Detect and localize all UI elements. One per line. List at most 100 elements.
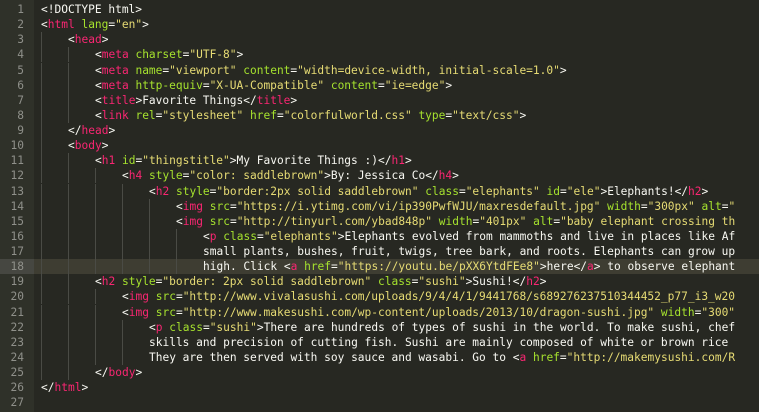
code-line[interactable]: 19 <h2 style="border: 2px solid saddlebro… bbox=[0, 274, 759, 290]
code-line[interactable]: 3 <head> bbox=[0, 32, 759, 48]
token-string: "sushi" bbox=[418, 275, 466, 289]
code-editor[interactable]: 1 <!DOCTYPE html> 2 <html lang="en"> 3 <head>… bbox=[0, 0, 759, 412]
line-number: 12 bbox=[10, 169, 24, 183]
indent-guide bbox=[68, 213, 69, 229]
indent-guide bbox=[41, 213, 42, 229]
code-line[interactable]: 11 <h1 id="thingstitle">My Favorite Thing… bbox=[0, 153, 759, 169]
token-attr: class bbox=[377, 275, 412, 289]
code-line[interactable]: 27 bbox=[0, 395, 759, 410]
token-punct: > bbox=[108, 124, 116, 138]
token-punct: < bbox=[95, 108, 102, 122]
indent-guide bbox=[122, 259, 123, 275]
token-sp bbox=[654, 306, 661, 319]
token-string: "border: 2px solid saddlebrown" bbox=[162, 275, 372, 289]
token-punct: < bbox=[95, 154, 102, 168]
token-string: "https://i.ytimg.com/vi/ip390PwfWJU/maxr… bbox=[236, 199, 601, 213]
token-punct: = bbox=[377, 78, 385, 92]
token-tag: p bbox=[209, 229, 217, 243]
code-line[interactable]: 22 <p class="sushi">There are hundreds of… bbox=[0, 319, 759, 335]
token-plain: to observe elephant bbox=[600, 260, 736, 274]
token-attr: width bbox=[607, 199, 641, 213]
code-text: </html> bbox=[41, 380, 88, 395]
token-attr: href bbox=[532, 350, 560, 364]
token-punct: > bbox=[142, 18, 149, 32]
token-sp bbox=[432, 215, 439, 228]
code-text: small plants, bushes, fruit, twigs, tree… bbox=[203, 244, 735, 259]
code-line[interactable]: 24 They are then served with soy sauce an… bbox=[0, 349, 759, 365]
code-line[interactable]: 25 </body> bbox=[0, 365, 759, 381]
token-punct: > bbox=[337, 229, 345, 243]
indent-guide bbox=[149, 198, 150, 214]
token-tag: title bbox=[101, 93, 136, 107]
code-line[interactable]: 9 </head> bbox=[0, 123, 759, 139]
code-line[interactable]: 20 <img src="http://www.vivalasushi.com/u… bbox=[0, 289, 759, 305]
token-attr: type bbox=[418, 108, 446, 122]
token-attr: name bbox=[135, 63, 163, 77]
token-plain: Favorite Things bbox=[142, 93, 244, 107]
line-number: 3 bbox=[17, 33, 24, 47]
token-doctype: <!DOCTYPE html> bbox=[41, 3, 143, 16]
line-number: 2 bbox=[17, 18, 24, 32]
token-tag: body bbox=[108, 366, 136, 380]
line-number: 20 bbox=[10, 290, 24, 304]
token-attr: content bbox=[243, 63, 291, 77]
code-line[interactable]: 10 <body> bbox=[0, 138, 759, 154]
token-tag: h4 bbox=[128, 169, 143, 183]
token-punct: > bbox=[135, 366, 143, 380]
code-text: <meta name="viewport" content="width=dev… bbox=[95, 63, 567, 78]
indent-guide bbox=[41, 334, 42, 350]
line-number: 10 bbox=[10, 139, 24, 153]
indent-guide bbox=[41, 92, 42, 108]
token-punct: > bbox=[81, 381, 89, 395]
code-line[interactable]: 26 </html> bbox=[0, 380, 759, 395]
code-text: <p class="sushi">There are hundreds of t… bbox=[149, 320, 735, 335]
token-sp bbox=[142, 169, 149, 182]
code-line[interactable]: 7 <title>Favorite Things</title> bbox=[0, 92, 759, 108]
token-attr: src bbox=[155, 305, 176, 319]
code-line[interactable]: 18 high. Click < a href="https://youtu.be/… bbox=[0, 259, 759, 275]
line-number: 27 bbox=[10, 396, 24, 410]
token-string: "border:2px solid saddlebrown" bbox=[216, 184, 419, 198]
code-line[interactable]: 23 skills and precision of cutting fish. … bbox=[0, 334, 759, 350]
indent-guide bbox=[68, 62, 69, 78]
indent-guide bbox=[41, 153, 42, 169]
token-punct: = bbox=[276, 108, 284, 122]
token-tag: h2 bbox=[526, 275, 540, 289]
code-line[interactable]: 5 <meta name="viewport" content="width=de… bbox=[0, 62, 759, 78]
code-line[interactable]: 16 <p class="elephants">Elephants evolved… bbox=[0, 228, 759, 244]
token-punct: < bbox=[95, 275, 102, 289]
indent-guide bbox=[68, 259, 69, 275]
indent-guide bbox=[68, 183, 69, 199]
code-line[interactable]: 1 <!DOCTYPE html> bbox=[0, 2, 759, 17]
code-line[interactable]: 12 <h4 style="color: saddlebrown">By: Jes… bbox=[0, 168, 759, 184]
code-line[interactable]: 6 <meta http-equiv="X-UA-Compatible" cont… bbox=[0, 77, 759, 93]
code-line[interactable]: 14 <img src="https://i.ytimg.com/vi/ip390… bbox=[0, 198, 759, 214]
token-plain: high. Click bbox=[203, 260, 284, 274]
token-attr: alt bbox=[701, 199, 722, 213]
token-punct: < bbox=[95, 63, 102, 77]
code-line[interactable]: 13 <h2 style="border:2px solid saddlebrow… bbox=[0, 183, 759, 199]
token-string: "width=device-width, initial-scale=1.0" bbox=[297, 63, 560, 77]
code-line[interactable]: 15 <img src="http://tinyurl.com/ybad848p"… bbox=[0, 213, 759, 229]
token-attr: href bbox=[250, 108, 277, 122]
code-line[interactable]: 4 <meta charset="UTF-8"> bbox=[0, 47, 759, 63]
code-text: <title>Favorite Things</title> bbox=[95, 93, 297, 108]
code-text: <h2 style="border: 2px solid saddlebrown… bbox=[95, 274, 546, 289]
token-string: "colorfulworld.css" bbox=[283, 108, 412, 122]
token-punct: < bbox=[68, 139, 75, 153]
code-line[interactable]: 8 <link rel="stylesheet" href="colorfulwo… bbox=[0, 107, 759, 123]
token-punct: < bbox=[95, 78, 102, 92]
line-number: 9 bbox=[17, 124, 24, 138]
indent-guide bbox=[95, 228, 96, 244]
token-punct: > bbox=[445, 78, 453, 92]
token-sp bbox=[169, 185, 176, 198]
token-punct: </ bbox=[573, 260, 588, 274]
code-line[interactable]: 17 small plants, bushes, fruit, twigs, tr… bbox=[0, 244, 759, 260]
token-string: "http://tinyurl.com/ybad848p" bbox=[236, 214, 433, 228]
token-string: "https://youtu.be/pXX6YtdFEe8" bbox=[337, 260, 540, 274]
indent-guide bbox=[149, 228, 150, 244]
token-punct: < bbox=[122, 305, 129, 319]
code-line[interactable]: 21 <img src="http://www.makesushi.com/wp-… bbox=[0, 304, 759, 320]
token-punct: < bbox=[149, 184, 156, 198]
code-line[interactable]: 2 <html lang="en"> bbox=[0, 17, 759, 32]
